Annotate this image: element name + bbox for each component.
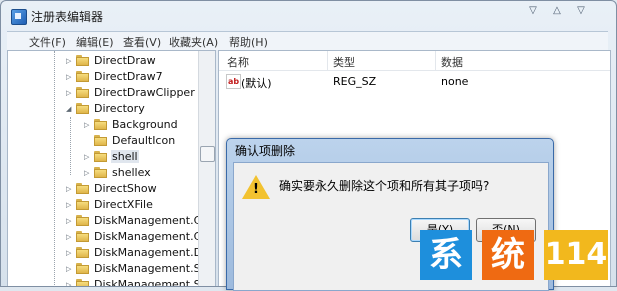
tree-item-label: DirectDrawClipper (94, 86, 195, 99)
tree-item-label: DiskManagement.Sna (94, 262, 215, 275)
expand-arrow-icon[interactable]: ▷ (66, 89, 71, 97)
list-header: 名称 类型 数据 (219, 51, 610, 71)
expand-arrow-icon[interactable]: ▷ (66, 217, 71, 225)
folder-icon (76, 183, 89, 194)
expand-arrow-icon[interactable]: ▷ (84, 153, 89, 161)
tree-item-label: DirectDraw (94, 54, 156, 67)
column-divider[interactable] (327, 51, 328, 70)
tree-scroll-thumb[interactable] (200, 146, 215, 162)
open-folder-icon (76, 103, 89, 114)
watermark-char: 统 (482, 230, 534, 280)
tree-item-label: DefaultIcon (112, 134, 176, 147)
tree-item-label: DiskManagement.Cor (94, 230, 213, 243)
dialog-title: 确认项删除 (235, 144, 296, 158)
tree-item-label: DirectXFile (94, 198, 153, 211)
tree-item-label: Directory (94, 102, 145, 115)
expand-arrow-icon[interactable]: ▷ (66, 281, 71, 286)
tree-item-label: Background (112, 118, 178, 131)
expand-arrow-icon[interactable]: ▷ (66, 249, 71, 257)
folder-icon (94, 167, 107, 178)
tree-scrollbar[interactable] (198, 51, 215, 286)
folder-icon (76, 231, 89, 242)
value-type: REG_SZ (333, 75, 377, 88)
registry-editor-icon (11, 9, 27, 25)
tree-item-label: DirectShow (94, 182, 157, 195)
folder-icon (94, 151, 107, 162)
collapse-arrow-icon[interactable]: ◢ (66, 105, 71, 113)
folder-icon (76, 263, 89, 274)
key-tree[interactable]: ▷ DirectDraw ▷ DirectDraw7 ▷ DirectDrawC… (7, 50, 216, 287)
column-type[interactable]: 类型 (333, 54, 355, 70)
expand-arrow-icon[interactable]: ▷ (66, 233, 71, 241)
expand-arrow-icon[interactable]: ▷ (66, 185, 71, 193)
column-data[interactable]: 数据 (441, 54, 463, 70)
warning-exclamation-icon: ! (253, 182, 259, 197)
menu-file[interactable]: 文件(F) (29, 34, 66, 50)
menu-edit[interactable]: 编辑(E) (76, 34, 114, 50)
tree-item-label: DiskManagement.Dat (94, 246, 214, 259)
title-bar: 注册表编辑器 ▽ △ ▽ (1, 1, 616, 31)
tree-item-label: DirectDraw7 (94, 70, 163, 83)
watermark-char: 系 (420, 230, 472, 280)
folder-icon (76, 55, 89, 66)
menu-help[interactable]: 帮助(H) (229, 34, 268, 50)
column-divider[interactable] (435, 51, 436, 70)
list-row[interactable]: ab (默认) REG_SZ none (219, 73, 610, 91)
tree-guide-line (54, 51, 55, 286)
expand-arrow-icon[interactable]: ▷ (84, 169, 89, 177)
folder-icon (76, 87, 89, 98)
expand-arrow-icon[interactable]: ▷ (84, 121, 89, 129)
value-name: (默认) (241, 77, 272, 90)
menu-view[interactable]: 查看(V) (123, 34, 161, 50)
menu-favorites[interactable]: 收藏夹(A) (169, 34, 218, 50)
menu-bar: 文件(F) 编辑(E) 查看(V) 收藏夹(A) 帮助(H) (7, 31, 608, 50)
folder-icon (76, 199, 89, 210)
folder-icon (76, 71, 89, 82)
maximize-icon[interactable]: △ (547, 5, 567, 16)
close-icon[interactable]: ▽ (571, 5, 591, 16)
watermark-number: 114 (544, 230, 608, 280)
expand-arrow-icon[interactable]: ▷ (66, 73, 71, 81)
value-data: none (441, 75, 469, 88)
dialog-message: 确实要永久删除这个项和所有其子项吗? (279, 179, 490, 193)
tree-guide-line (70, 117, 71, 175)
tree-item-label: DiskManagement.Sna (94, 278, 215, 287)
minimize-icon[interactable]: ▽ (523, 5, 543, 16)
tree-item-label: DiskManagement.Cor (94, 214, 213, 227)
site-watermark: 系 统 114 (420, 230, 612, 284)
expand-arrow-icon[interactable]: ▷ (66, 57, 71, 65)
string-value-icon: ab (226, 74, 241, 89)
folder-icon (76, 215, 89, 226)
folder-icon (76, 279, 89, 286)
folder-icon (94, 119, 107, 130)
expand-arrow-icon[interactable]: ▷ (66, 201, 71, 209)
expand-arrow-icon[interactable]: ▷ (66, 265, 71, 273)
window-title: 注册表编辑器 (31, 10, 104, 24)
tree-item-label: shellex (112, 166, 151, 179)
tree-item-label: shell (111, 150, 139, 163)
folder-icon (76, 247, 89, 258)
column-name[interactable]: 名称 (227, 54, 249, 70)
folder-icon (94, 135, 107, 146)
